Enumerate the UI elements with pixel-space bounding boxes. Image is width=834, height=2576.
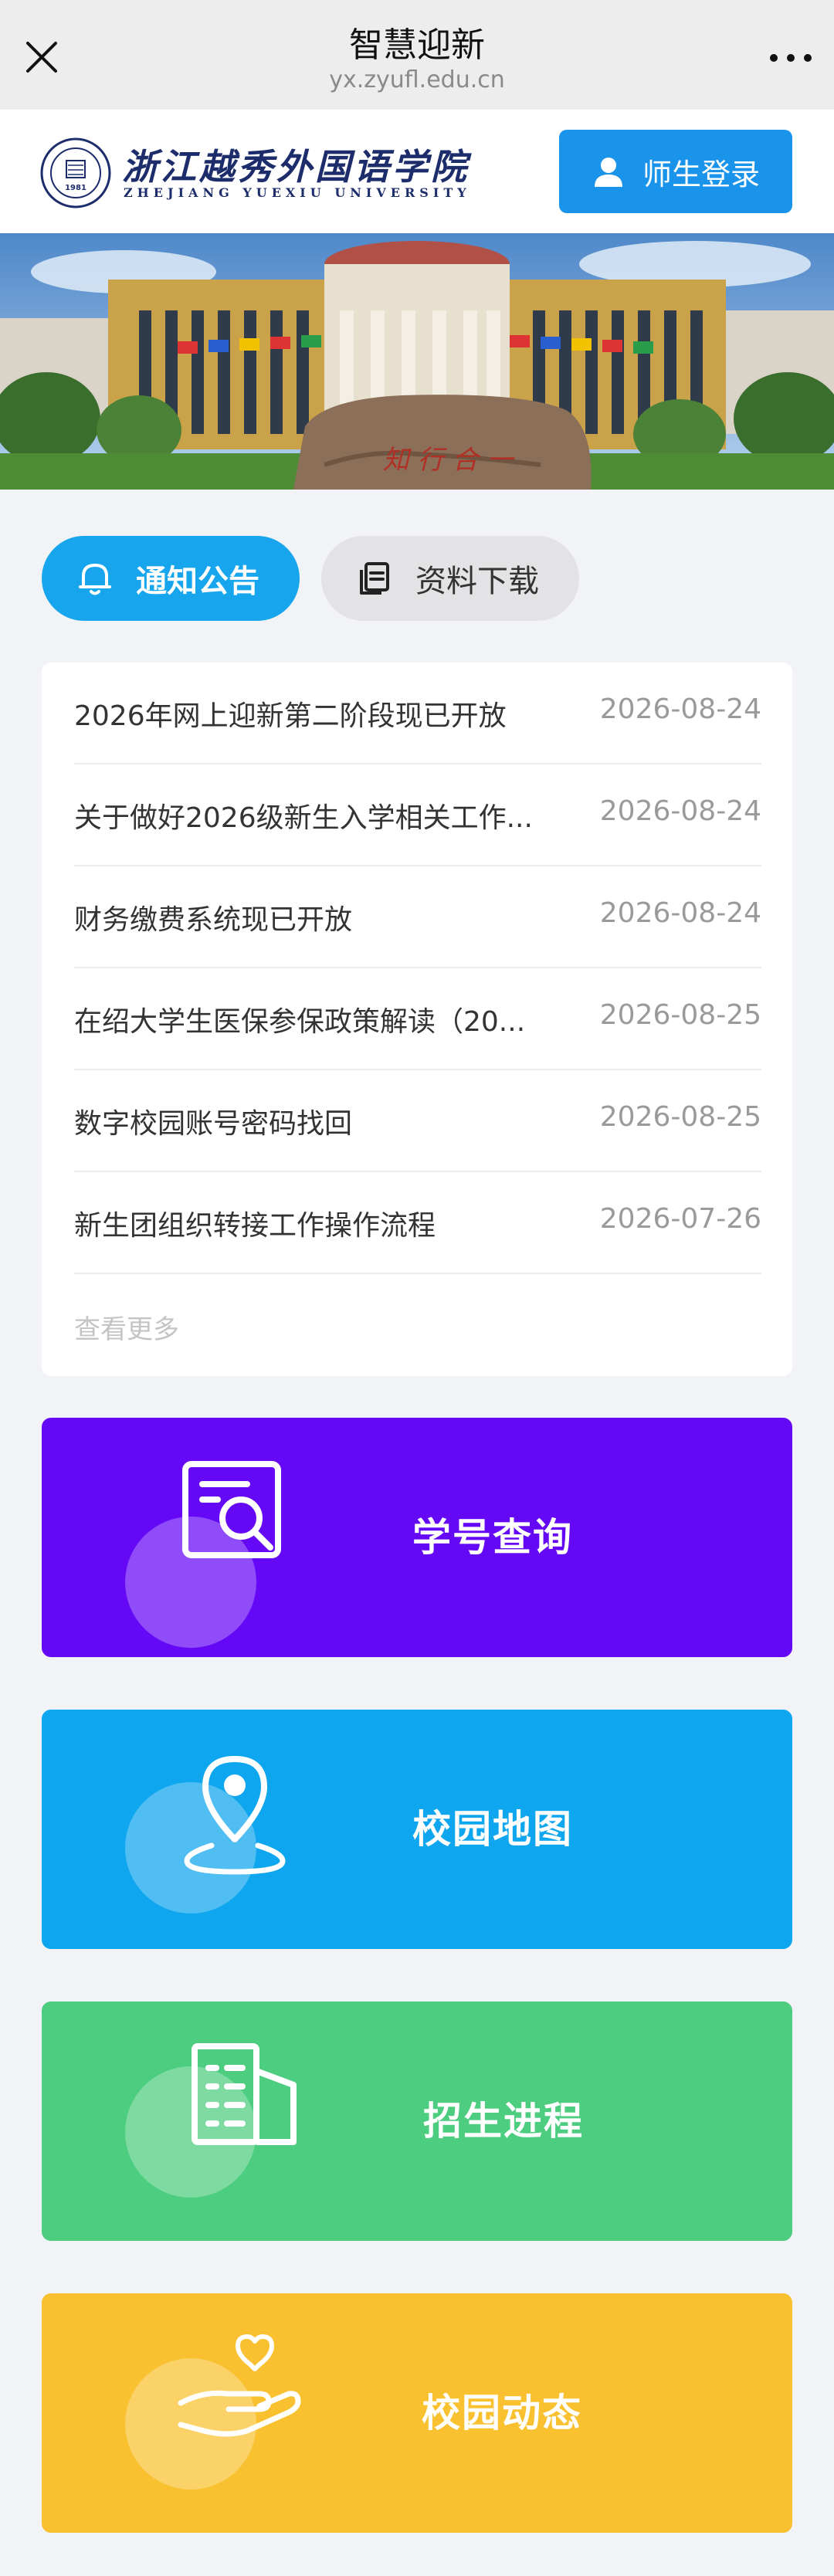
campus-map-card[interactable]: 校园地图 bbox=[42, 1710, 792, 1949]
notice-item[interactable]: 在绍大学生医保参保政策解读（20... 2026-08-25 bbox=[74, 968, 761, 1070]
campus-news-card[interactable]: 校园动态 bbox=[42, 2293, 792, 2533]
admission-progress-card[interactable]: 招生进程 bbox=[42, 2001, 792, 2241]
student-id-query-card[interactable]: 学号查询 bbox=[42, 1418, 792, 1657]
campus-news-label: 校园动态 bbox=[422, 2391, 582, 2435]
notice-date: 2026-08-25 bbox=[599, 1101, 761, 1133]
user-icon bbox=[594, 158, 622, 187]
search-document-icon bbox=[182, 1461, 281, 1558]
notice-item[interactable]: 2026年网上迎新第二阶段现已开放 2026-08-24 bbox=[74, 663, 761, 764]
view-more-link[interactable]: 查看更多 bbox=[74, 1308, 179, 1346]
notice-date: 2026-08-24 bbox=[599, 693, 761, 725]
school-name-english: ZHEJIANG YUEXIU UNIVERSITY bbox=[124, 185, 471, 200]
map-pin-icon bbox=[184, 1756, 286, 1875]
notice-title: 新生团组织转接工作操作流程 bbox=[74, 1210, 436, 1242]
notice-item[interactable]: 财务缴费系统现已开放 2026-08-24 bbox=[74, 866, 761, 968]
bell-icon bbox=[79, 564, 111, 595]
campus-map-label: 校园地图 bbox=[412, 1807, 573, 1852]
campus-banner-image: 知 行 合 一 bbox=[0, 233, 834, 490]
school-logo: 1981 bbox=[40, 137, 111, 208]
notice-date: 2026-08-24 bbox=[599, 795, 761, 827]
admission-progress-label: 招生进程 bbox=[423, 2099, 584, 2144]
tab-notices-label: 通知公告 bbox=[136, 564, 259, 599]
notice-date: 2026-07-26 bbox=[599, 1203, 761, 1235]
svg-text:知 行 合 一: 知 行 合 一 bbox=[383, 445, 515, 476]
notice-date: 2026-08-25 bbox=[599, 999, 761, 1031]
notice-list: 2026年网上迎新第二阶段现已开放 2026-08-24 关于做好2026级新生… bbox=[42, 663, 792, 1376]
heart-hand-icon bbox=[178, 2334, 301, 2437]
notice-item[interactable]: 新生团组织转接工作操作流程 2026-07-26 bbox=[74, 1172, 761, 1274]
school-header: 1981 浙江越秀外国语学院 ZHEJIANG YUEXIU UNIVERSIT… bbox=[0, 110, 834, 233]
school-name-chinese: 浙江越秀外国语学院 bbox=[122, 146, 470, 188]
page-title: 智慧迎新 bbox=[349, 25, 485, 65]
notice-title: 财务缴费系统现已开放 bbox=[74, 904, 353, 936]
login-button[interactable]: 师生登录 bbox=[559, 130, 792, 213]
notice-tabs: 通知公告 资料下载 bbox=[42, 536, 579, 621]
notice-item[interactable]: 关于做好2026级新生入学相关工作... 2026-08-24 bbox=[74, 764, 761, 866]
notice-title: 2026年网上迎新第二阶段现已开放 bbox=[74, 700, 507, 732]
svg-text:1981: 1981 bbox=[65, 184, 86, 192]
tab-notices[interactable]: 通知公告 bbox=[42, 536, 300, 621]
login-button-label: 师生登录 bbox=[642, 157, 760, 192]
tab-downloads-label: 资料下载 bbox=[415, 564, 539, 599]
notice-title: 在绍大学生医保参保政策解读（20... bbox=[74, 1006, 526, 1038]
document-copy-icon bbox=[360, 562, 389, 595]
navigation-bar: 智慧迎新 yx.zyufl.edu.cn bbox=[0, 0, 834, 110]
notice-title: 关于做好2026级新生入学相关工作... bbox=[74, 802, 533, 834]
notice-title: 数字校园账号密码找回 bbox=[74, 1108, 353, 1140]
notice-item[interactable]: 数字校园账号密码找回 2026-08-25 bbox=[74, 1070, 761, 1172]
tab-downloads[interactable]: 资料下载 bbox=[321, 536, 579, 621]
more-icon[interactable] bbox=[768, 46, 814, 69]
student-id-query-label: 学号查询 bbox=[412, 1515, 573, 1560]
building-icon bbox=[192, 2043, 297, 2145]
campus-banner: 知 行 合 一 bbox=[0, 233, 834, 490]
page-url: yx.zyufl.edu.cn bbox=[329, 66, 505, 93]
notice-date: 2026-08-24 bbox=[599, 897, 761, 929]
